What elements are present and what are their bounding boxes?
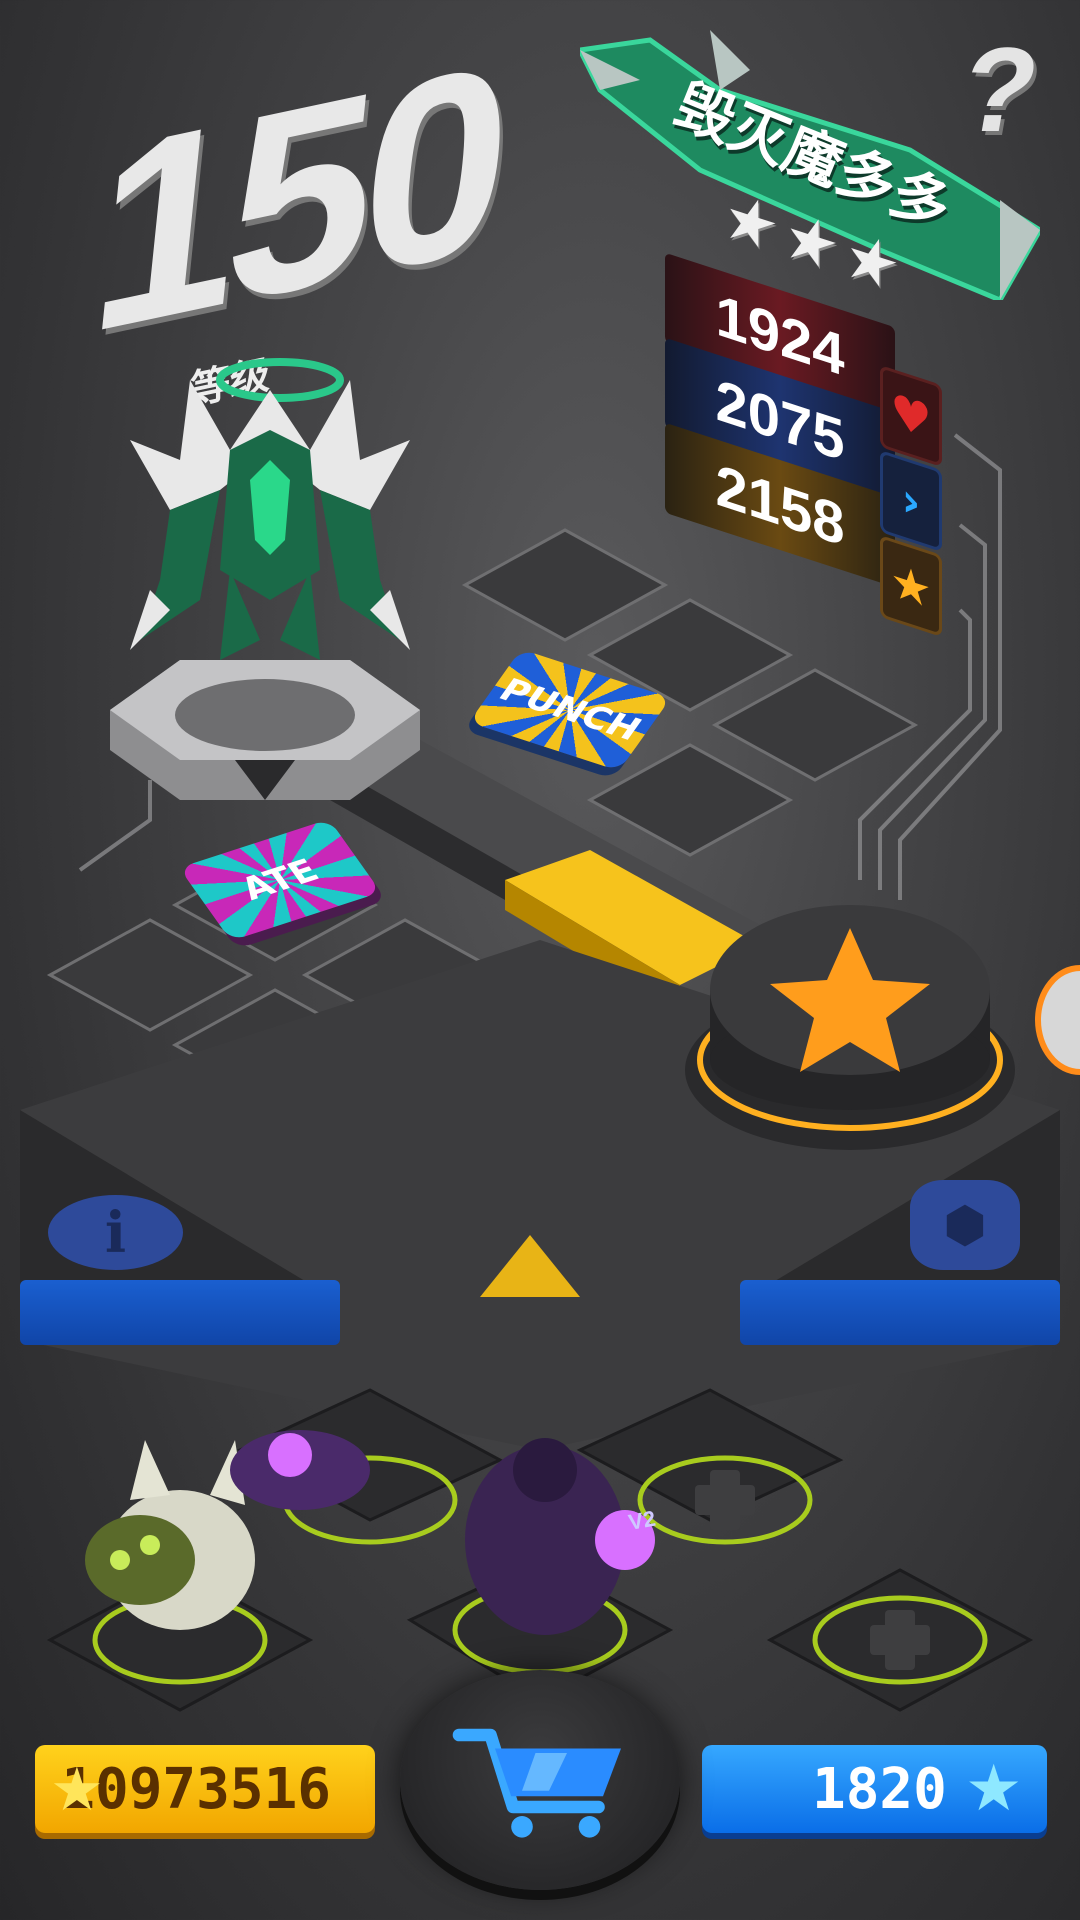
equipment-badge-blue[interactable]: PUNCH xyxy=(469,649,671,771)
side-menu-button[interactable] xyxy=(1035,965,1080,1075)
equipment-badge-pink[interactable]: ATE xyxy=(179,819,381,941)
team-button[interactable] xyxy=(740,1280,1060,1345)
gem-star-icon: ★ xyxy=(965,1752,1023,1826)
dice-icon: ⬢ xyxy=(910,1180,1020,1270)
up-arrow-button[interactable] xyxy=(480,1235,580,1297)
star-icon: ★ xyxy=(880,534,942,638)
help-button[interactable]: ? xyxy=(929,23,1070,157)
level-number: 150 xyxy=(79,7,515,391)
info-icon: i xyxy=(48,1195,183,1270)
info-button[interactable] xyxy=(20,1280,340,1345)
shop-button[interactable] xyxy=(400,1670,680,1890)
cart-icon xyxy=(452,1728,621,1838)
star-action-button[interactable] xyxy=(680,880,1020,1160)
coin-star-icon: ★ xyxy=(50,1755,104,1825)
question-mark-icon: ? xyxy=(951,23,1049,157)
monster-character[interactable] xyxy=(110,340,430,680)
team-label: V2 xyxy=(627,1506,658,1535)
